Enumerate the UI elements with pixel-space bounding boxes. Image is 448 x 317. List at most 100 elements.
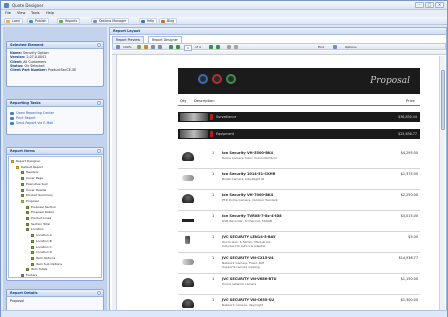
report-details-title: Report Details <box>7 290 103 297</box>
tree-node[interactable]: Cover Page <box>21 176 43 181</box>
task-label: Send Report via E-Mail <box>16 121 54 125</box>
report-icon <box>59 20 63 23</box>
tree-node[interactable]: Cover Header <box>21 188 47 193</box>
next-page-icon[interactable] <box>209 45 213 49</box>
zoom-level[interactable]: 100% <box>123 45 132 49</box>
folder-icon <box>21 199 24 203</box>
product-image <box>182 259 194 265</box>
vertical-scrollbar[interactable] <box>439 56 445 313</box>
header-rule <box>178 105 420 106</box>
report-item-icon <box>26 268 29 272</box>
tree-node[interactable]: Product Lines <box>26 216 52 221</box>
blog-icon <box>161 20 165 23</box>
folder-icon <box>11 160 14 163</box>
export-icon[interactable] <box>144 45 148 49</box>
tree-node-label: Product Summary <box>26 193 53 198</box>
reports-button[interactable]: Reports <box>57 18 81 24</box>
product-image <box>185 236 190 244</box>
first-page-icon[interactable] <box>169 45 173 49</box>
details-body: Name: Security Option Version: 2.07.0.00… <box>7 49 103 74</box>
tree-node[interactable]: Proposal Section <box>26 205 56 210</box>
tree-node-label: Report Designer <box>16 159 41 163</box>
line-item-row: 1 Ion Security VH-7000-BK4 PTZ Dome Camera… <box>178 190 420 212</box>
tree-node[interactable]: Report Designer <box>11 159 41 164</box>
tree-node[interactable]: Item Sub Options <box>31 262 62 267</box>
tree-node[interactable]: Location B <box>31 239 52 244</box>
detail-row: Client Part Number: ProductSecCE-SE <box>10 68 100 72</box>
search-label[interactable]: Find <box>318 45 324 49</box>
blog-button[interactable]: Blog <box>159 18 178 24</box>
tree-panel: Report Items Report Designer Default Repo… <box>6 147 104 281</box>
collapse-icon[interactable] <box>97 43 101 47</box>
menu-tools[interactable]: Tools <box>31 11 40 15</box>
menu-view[interactable]: View <box>17 11 25 15</box>
sidebar: Selected Element Name: Security Option V… <box>3 27 107 316</box>
collapse-icon[interactable] <box>97 291 101 295</box>
tree-node[interactable]: Product Summary <box>21 193 53 198</box>
tree-node[interactable]: Proposal Detail <box>26 210 54 215</box>
collapse-icon[interactable] <box>97 149 101 153</box>
item-description: DVR Recorder, 8 Channel, 500GB <box>222 219 272 223</box>
tree-node-label: Default Report <box>21 164 43 169</box>
page-setup-icon[interactable] <box>137 45 141 49</box>
close-button[interactable]: × <box>435 2 444 8</box>
product-image <box>182 278 194 287</box>
last-page-icon[interactable] <box>216 45 220 49</box>
collapse-icon[interactable] <box>97 101 101 105</box>
item-name: JVC SECURITY VN-V686-BTU <box>222 277 277 281</box>
tasks-panel-title: Reporting Tasks <box>7 100 103 107</box>
options-label[interactable]: Options <box>345 45 357 49</box>
tree-node[interactable]: Item Options <box>31 256 55 261</box>
report-item-icon <box>26 205 29 209</box>
task-send-report[interactable]: Send Report via E-Mail <box>7 121 103 126</box>
load-button[interactable]: Load <box>4 18 23 24</box>
minimize-button[interactable]: – <box>415 2 424 8</box>
green-ring-icon <box>226 74 236 84</box>
tree-node[interactable]: Proposal <box>21 199 39 204</box>
zoom-in-icon[interactable] <box>158 45 162 49</box>
report-item-icon <box>31 234 34 238</box>
item-name: Ion Security VH-7000-BK4 <box>222 193 274 197</box>
item-qty: 1 <box>212 298 215 302</box>
detail-value: ProductSecCE-SE <box>48 68 77 73</box>
tree-node[interactable]: Location C <box>31 245 52 250</box>
tree-node[interactable]: Location <box>26 227 44 232</box>
single-page-icon[interactable] <box>227 45 231 49</box>
tab-report-designer[interactable]: Report Designer <box>148 36 182 43</box>
publish-button[interactable]: Publish <box>27 18 50 24</box>
tree-node-label: Section Total <box>31 221 51 226</box>
tree-node[interactable]: Default Report <box>16 164 43 170</box>
maximize-button[interactable]: □ <box>425 2 434 8</box>
tree-node[interactable]: Location D <box>31 250 52 255</box>
options-manager-button[interactable]: Options Manager <box>91 18 130 24</box>
menu-help[interactable]: Help <box>46 11 54 15</box>
app-icon <box>4 3 9 8</box>
search-icon[interactable] <box>333 45 337 49</box>
tree-node[interactable]: Headers <box>21 170 39 175</box>
publish-label: Publish <box>35 19 47 23</box>
mail-icon <box>10 122 14 125</box>
tree-node[interactable]: Executive Sum <box>21 182 48 187</box>
tab-report-preview[interactable]: Report Preview <box>112 36 144 43</box>
report-icon <box>10 112 14 115</box>
tree-node[interactable]: Section Total <box>26 221 51 227</box>
gear-icon <box>93 20 97 23</box>
options-manager-label: Options Manager <box>99 19 127 23</box>
zoom-out-icon[interactable] <box>151 45 155 49</box>
tree-node[interactable]: Item Totals <box>26 267 47 272</box>
report-tree[interactable]: Report Designer Default Report Headers Cove… <box>8 156 102 278</box>
item-qty: 1 <box>212 277 215 281</box>
tree-node[interactable]: Footers <box>21 273 37 278</box>
product-image <box>182 152 194 161</box>
tasks-list: Open Reporting Center Print Report Send … <box>7 107 103 126</box>
tree-node[interactable]: Location A <box>31 233 52 238</box>
product-image <box>182 175 194 181</box>
scroll-thumb[interactable] <box>441 70 445 130</box>
menu-file[interactable]: File <box>5 11 11 15</box>
tree-node-label: Product Lines <box>31 216 52 220</box>
print-icon[interactable] <box>116 45 120 49</box>
prev-page-icon[interactable] <box>176 45 180 49</box>
details-title-text: Selected Element <box>10 43 44 47</box>
multi-page-icon[interactable] <box>234 45 238 49</box>
help-button[interactable]: Help <box>139 18 158 24</box>
